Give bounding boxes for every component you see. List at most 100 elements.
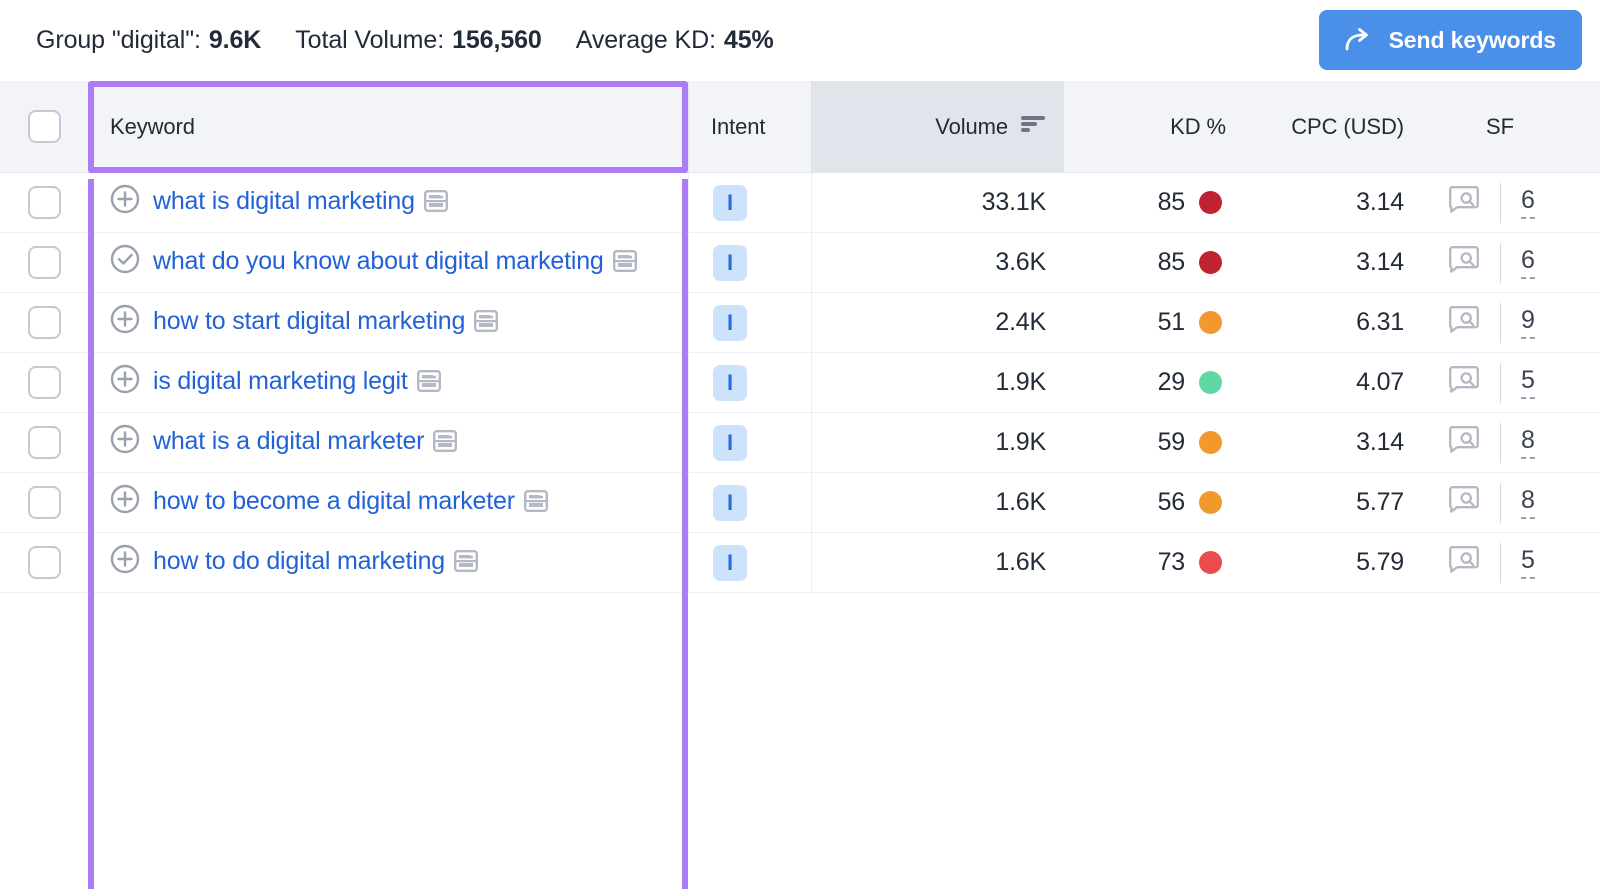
serp-features-icon[interactable] (416, 362, 441, 406)
kd-difficulty-dot (1199, 431, 1222, 454)
row-checkbox[interactable] (27, 486, 61, 519)
intent-badge[interactable]: I (713, 424, 747, 461)
column-header-keyword[interactable]: Keyword (88, 81, 688, 172)
serp-features-icon[interactable] (423, 182, 448, 226)
sf-divider (1500, 362, 1501, 403)
table-row[interactable]: what is digital marketing I 33.1K 85 3.14 6 (0, 173, 1600, 233)
sf-value[interactable]: 5 (1521, 547, 1535, 579)
intent-badge[interactable]: I (713, 484, 747, 521)
row-checkbox[interactable] (27, 186, 61, 219)
plus-circle-icon[interactable] (110, 484, 140, 518)
row-select-cell (0, 233, 88, 292)
row-checkbox[interactable] (27, 306, 61, 339)
check-circle-icon[interactable] (110, 244, 140, 278)
keyword-link[interactable]: how to do digital marketing (153, 539, 479, 586)
row-checkbox[interactable] (27, 426, 61, 459)
cpc-cell: 5.77 (1356, 488, 1404, 516)
send-keywords-button[interactable]: Send keywords (1318, 10, 1582, 70)
plus-circle-icon[interactable] (110, 544, 140, 578)
serp-preview-icon[interactable] (1448, 246, 1480, 279)
keyword-link[interactable]: how to become a digital marketer (153, 479, 548, 526)
table-row[interactable]: how to start digital marketing I 2.4K 51 6.3… (0, 293, 1600, 353)
intent-badge[interactable]: I (713, 544, 747, 581)
intent-badge[interactable]: I (713, 244, 747, 281)
table-row[interactable]: is digital marketing legit I 1.9K 29 4.07 5 (0, 353, 1600, 413)
column-header-kd[interactable]: KD % (1064, 81, 1244, 172)
volume-cell: 2.4K (811, 293, 1064, 352)
column-header-cpc[interactable]: CPC (USD) (1244, 81, 1422, 172)
stat-average-kd: Average KD: 45% (576, 26, 774, 55)
table-row[interactable]: what is a digital marketer I 1.9K 59 3.14 8 (0, 413, 1600, 473)
table-header-row: Keyword Intent Volume KD % CPC (USD) SF (0, 81, 1600, 173)
select-all-checkbox[interactable] (27, 110, 61, 143)
table-row[interactable]: what do you know about digital marketing… (0, 233, 1600, 293)
intent-badge[interactable]: I (713, 304, 747, 341)
serp-preview-icon[interactable] (1448, 486, 1480, 519)
keyword-link[interactable]: how to start digital marketing (153, 299, 499, 346)
plus-circle-icon[interactable] (110, 364, 140, 398)
serp-features-icon[interactable] (433, 422, 458, 466)
kd-value: 85 (1157, 188, 1186, 216)
keyword-cell: how to do digital marketing (88, 533, 688, 592)
sf-value[interactable]: 6 (1521, 247, 1535, 279)
serp-preview-icon[interactable] (1448, 306, 1480, 339)
stat-average-kd-label: Average KD: (575, 26, 716, 54)
column-header-sf[interactable]: SF (1422, 81, 1600, 172)
keyword-link[interactable]: what is digital marketing (153, 179, 448, 226)
serp-preview-icon[interactable] (1448, 546, 1480, 579)
kd-difficulty-dot (1199, 491, 1222, 514)
sf-divider (1500, 242, 1501, 283)
intent-badge[interactable]: I (713, 184, 747, 221)
intent-cell: I (688, 533, 811, 592)
serp-features-icon[interactable] (523, 482, 548, 526)
sf-value[interactable]: 6 (1521, 187, 1535, 219)
keyword-cell: how to become a digital marketer (88, 473, 688, 532)
column-header-volume-label: Volume (935, 113, 1008, 139)
column-header-kd-label: KD % (1170, 113, 1226, 139)
kd-value: 59 (1157, 428, 1186, 456)
keyword-link[interactable]: what is a digital marketer (153, 419, 458, 466)
table-row[interactable]: how to become a digital marketer I 1.6K 56 5… (0, 473, 1600, 533)
stat-total-volume: Total Volume: 156,560 (295, 26, 542, 55)
share-arrow-icon (1343, 27, 1373, 53)
sf-value[interactable]: 8 (1521, 427, 1535, 459)
cpc-cell: 5.79 (1356, 548, 1404, 576)
row-select-cell (0, 353, 88, 412)
keyword-cell: how to start digital marketing (88, 293, 688, 352)
row-checkbox[interactable] (27, 246, 61, 279)
table-body: what is digital marketing I 33.1K 85 3.14 6 wh… (0, 173, 1600, 593)
table-row[interactable]: how to do digital marketing I 1.6K 73 5.79 5 (0, 533, 1600, 593)
intent-cell: I (688, 173, 811, 232)
sf-value[interactable]: 5 (1521, 367, 1535, 399)
summary-stats: Group "digital": 9.6K Total Volume: 156,… (36, 26, 774, 55)
kd-cell: 56 (1064, 473, 1244, 532)
kd-cell: 85 (1064, 173, 1244, 232)
serp-preview-icon[interactable] (1448, 186, 1480, 219)
kd-value: 29 (1157, 368, 1186, 396)
row-checkbox[interactable] (27, 366, 61, 399)
plus-circle-icon[interactable] (110, 184, 140, 218)
sf-cell: 9 (1422, 293, 1600, 352)
kd-cell: 51 (1064, 293, 1244, 352)
serp-features-icon[interactable] (474, 302, 499, 346)
column-header-intent-label: Intent (711, 113, 766, 139)
sf-value[interactable]: 9 (1521, 307, 1535, 339)
kd-value: 73 (1157, 548, 1186, 576)
keyword-link[interactable]: what do you know about digital marketing (153, 239, 637, 286)
serp-preview-icon[interactable] (1448, 426, 1480, 459)
plus-circle-icon[interactable] (110, 424, 140, 458)
kd-cell: 59 (1064, 413, 1244, 472)
keyword-link[interactable]: is digital marketing legit (153, 359, 441, 406)
intent-badge[interactable]: I (713, 364, 747, 401)
cpc-cell: 3.14 (1356, 428, 1404, 456)
volume-cell: 1.6K (811, 473, 1064, 532)
column-header-volume[interactable]: Volume (811, 81, 1064, 172)
sort-descending-icon[interactable] (1020, 114, 1046, 140)
column-header-intent[interactable]: Intent (688, 81, 811, 172)
row-checkbox[interactable] (27, 546, 61, 579)
plus-circle-icon[interactable] (110, 304, 140, 338)
sf-value[interactable]: 8 (1521, 487, 1535, 519)
serp-features-icon[interactable] (612, 242, 637, 286)
serp-features-icon[interactable] (454, 542, 479, 586)
serp-preview-icon[interactable] (1448, 366, 1480, 399)
